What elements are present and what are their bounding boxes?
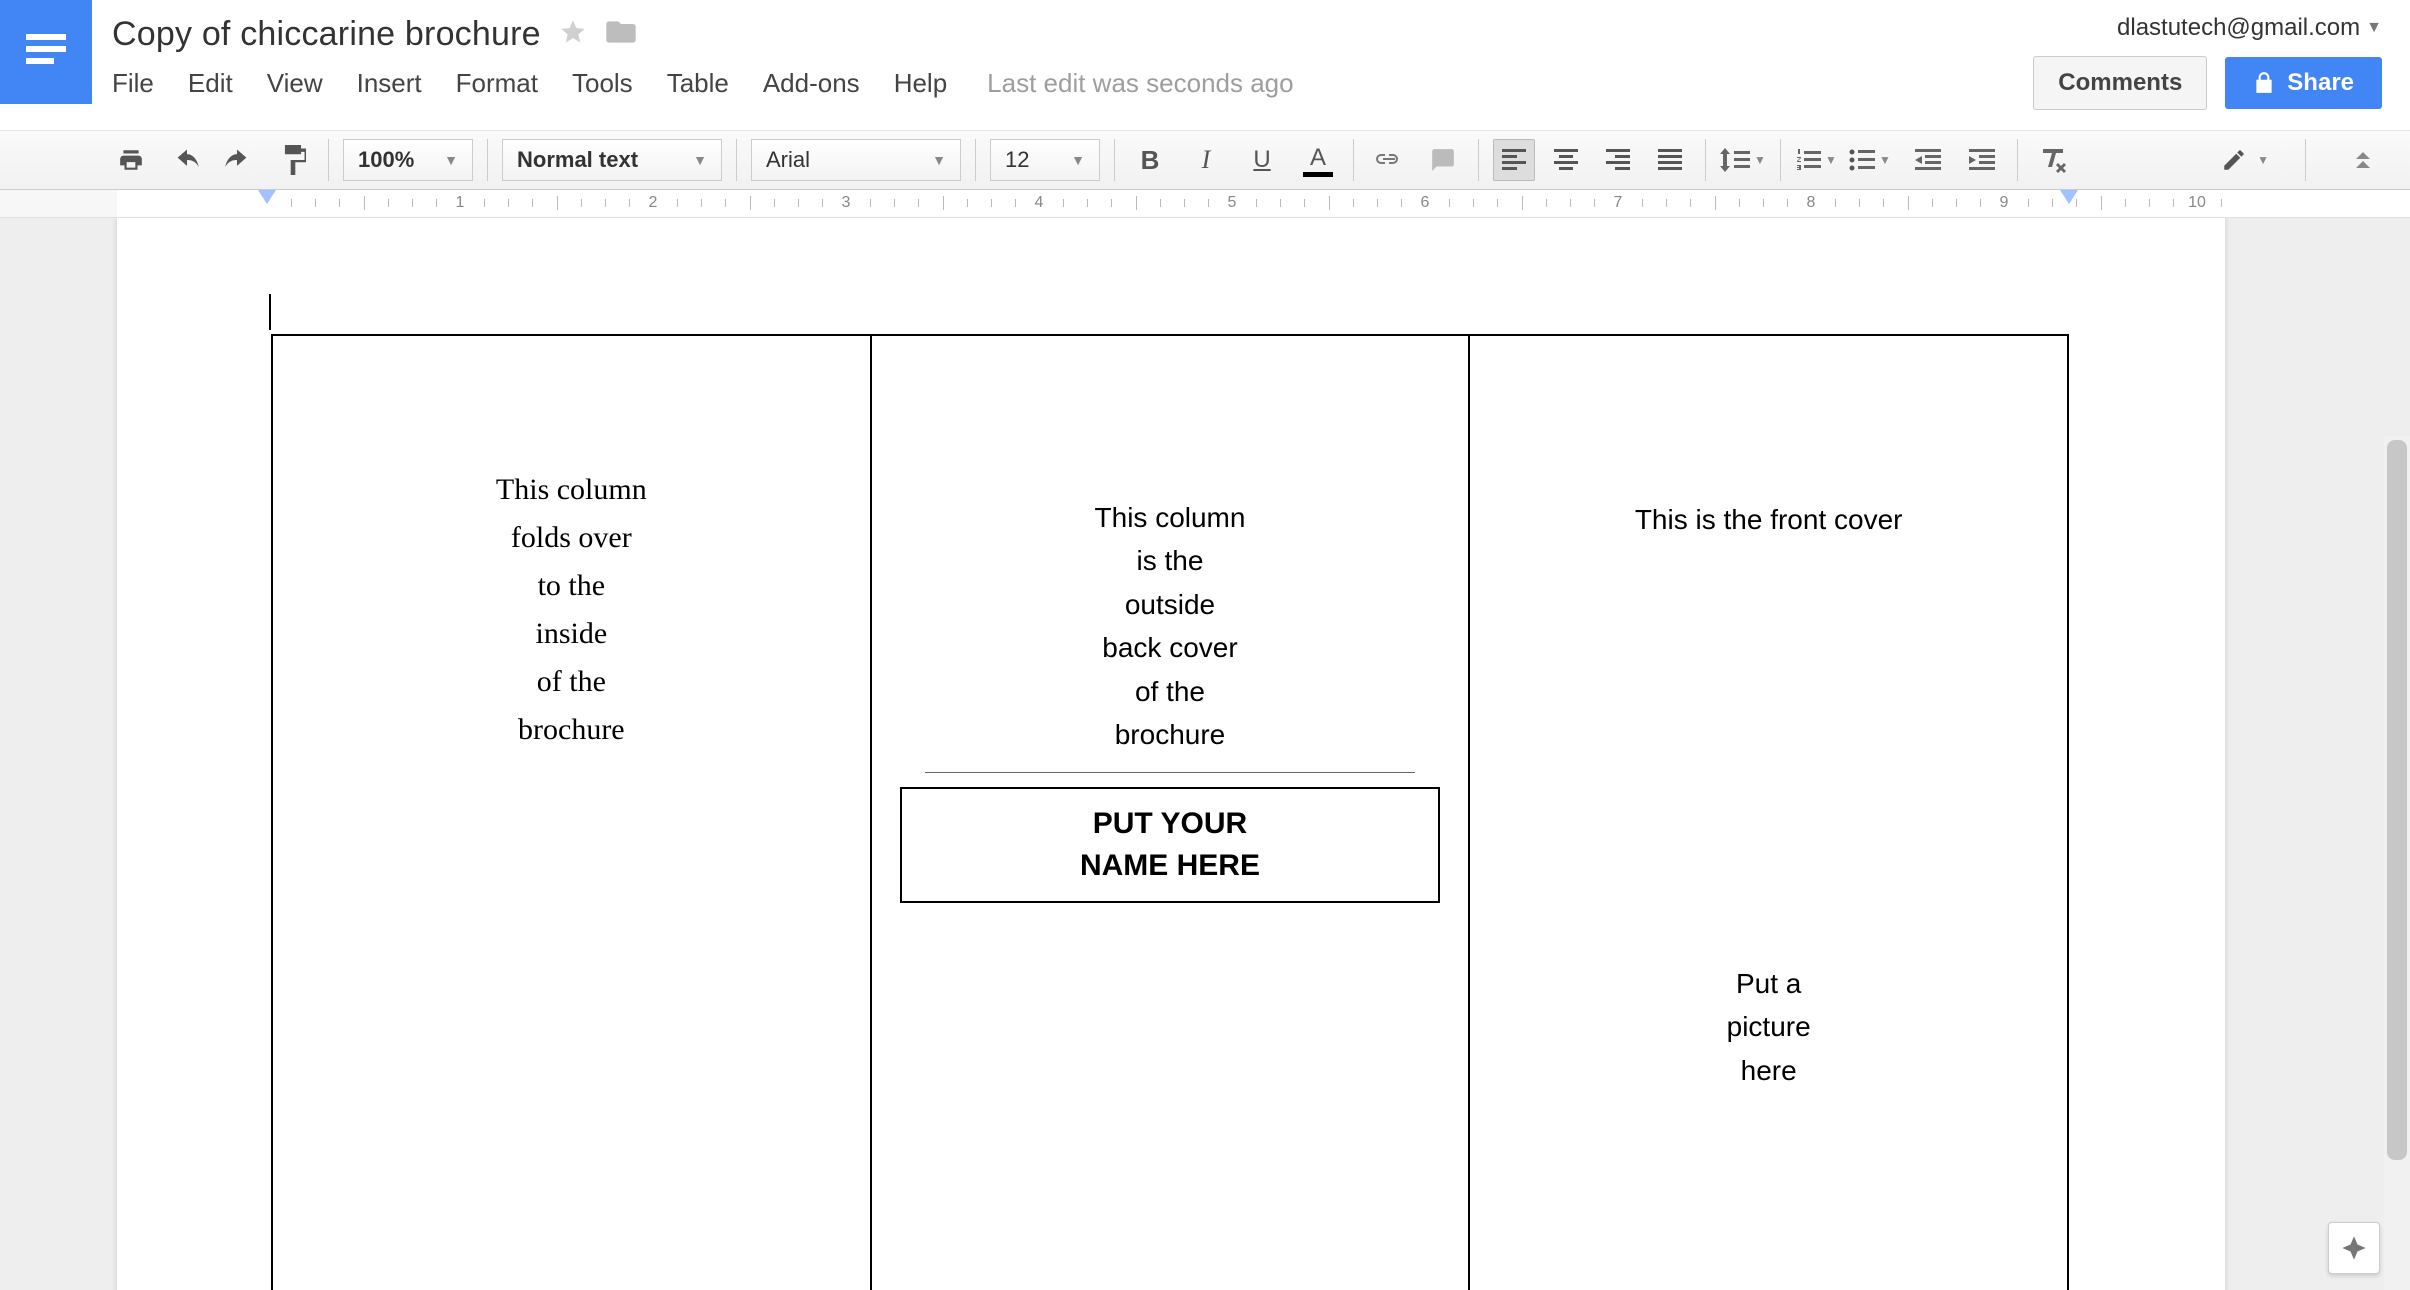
- title-row: Copy of chiccarine brochure: [112, 10, 2013, 58]
- align-justify-button[interactable]: [1649, 139, 1691, 181]
- menu-table[interactable]: Table: [667, 68, 729, 99]
- caret-down-icon: ▼: [1071, 152, 1085, 168]
- line-spacing-button[interactable]: ▼: [1720, 139, 1766, 181]
- name-line-2: NAME HERE: [902, 845, 1439, 887]
- brochure-col-1[interactable]: This columnfolds overto theinsideof theb…: [272, 335, 871, 1290]
- redo-button[interactable]: [216, 139, 258, 181]
- menu-view[interactable]: View: [267, 68, 323, 99]
- brochure-col-3[interactable]: This is the front cover Put apicturehere: [1469, 335, 2068, 1290]
- font-value: Arial: [766, 147, 810, 173]
- share-button[interactable]: Share: [2225, 57, 2382, 109]
- last-edit-label[interactable]: Last edit was seconds ago: [987, 68, 1293, 99]
- explore-icon: [2340, 1234, 2368, 1262]
- menu-help[interactable]: Help: [894, 68, 947, 99]
- page[interactable]: This columnfolds overto theinsideof theb…: [117, 218, 2225, 1290]
- menu-addons[interactable]: Add-ons: [763, 68, 860, 99]
- name-placeholder-box[interactable]: PUT YOUR NAME HERE: [900, 787, 1441, 903]
- menu-edit[interactable]: Edit: [188, 68, 233, 99]
- brochure-col-2[interactable]: This columnis theoutsideback coverof the…: [871, 335, 1470, 1290]
- col3-title[interactable]: This is the front cover: [1490, 356, 2047, 536]
- horizontal-ruler[interactable]: 12345678910: [0, 190, 2410, 218]
- caret-down-icon: ▼: [932, 152, 946, 168]
- name-line-1: PUT YOUR: [902, 803, 1439, 845]
- menu-format[interactable]: Format: [456, 68, 538, 99]
- insert-link-button[interactable]: [1368, 139, 1410, 181]
- menu-file[interactable]: File: [112, 68, 154, 99]
- account-menu[interactable]: dlastutech@gmail.com ▼: [2117, 14, 2382, 42]
- align-center-button[interactable]: [1545, 139, 1587, 181]
- explore-button[interactable]: [2328, 1222, 2380, 1274]
- align-left-button[interactable]: [1493, 139, 1535, 181]
- align-right-button[interactable]: [1597, 139, 1639, 181]
- clear-formatting-button[interactable]: [2032, 139, 2074, 181]
- col2-divider: [925, 772, 1415, 773]
- undo-button[interactable]: [166, 139, 208, 181]
- header-buttons: Comments Share: [2033, 56, 2382, 110]
- scrollbar-thumb[interactable]: [2387, 440, 2407, 1160]
- folder-icon[interactable]: [605, 18, 637, 51]
- col3-picture-placeholder[interactable]: Put apicturehere: [1490, 536, 2047, 1092]
- text-color-button[interactable]: A: [1297, 139, 1339, 181]
- caret-down-icon: ▼: [693, 152, 707, 168]
- size-value: 12: [1005, 147, 1029, 173]
- style-value: Normal text: [517, 147, 638, 173]
- header-right: dlastutech@gmail.com ▼ Comments Share: [2033, 0, 2410, 130]
- paint-format-button[interactable]: [272, 139, 314, 181]
- menu-bar: File Edit View Insert Format Tools Table…: [112, 58, 2013, 99]
- col2-text[interactable]: This columnis theoutsideback coverof the…: [892, 356, 1449, 756]
- brochure-table[interactable]: This columnfolds overto theinsideof theb…: [271, 334, 2069, 1290]
- italic-button[interactable]: I: [1185, 139, 1227, 181]
- document-title[interactable]: Copy of chiccarine brochure: [112, 15, 541, 54]
- menu-tools[interactable]: Tools: [572, 68, 633, 99]
- text-cursor: [269, 294, 271, 330]
- header: Copy of chiccarine brochure File Edit Vi…: [0, 0, 2410, 130]
- menu-insert[interactable]: Insert: [357, 68, 422, 99]
- document-canvas: This columnfolds overto theinsideof theb…: [0, 218, 2410, 1290]
- font-size-combo[interactable]: 12 ▼: [990, 139, 1100, 181]
- collapse-toolbar-button[interactable]: [2342, 139, 2384, 181]
- zoom-value: 100%: [358, 147, 414, 173]
- account-email: dlastutech@gmail.com: [2117, 14, 2360, 42]
- paragraph-style-combo[interactable]: Normal text ▼: [502, 139, 722, 181]
- lock-icon: [2253, 71, 2275, 95]
- caret-down-icon: ▼: [2366, 19, 2382, 37]
- header-main: Copy of chiccarine brochure File Edit Vi…: [92, 0, 2033, 130]
- zoom-combo[interactable]: 100% ▼: [343, 139, 473, 181]
- toolbar: 100%▼ Normal text▼ Arial▼ 12▼ B I U A ▼ …: [0, 130, 2410, 190]
- bulleted-list-button[interactable]: ▼: [1849, 139, 1891, 181]
- print-button[interactable]: [110, 139, 152, 181]
- star-icon[interactable]: [559, 18, 587, 51]
- decrease-indent-button[interactable]: [1907, 139, 1949, 181]
- underline-button[interactable]: U: [1241, 139, 1283, 181]
- increase-indent-button[interactable]: [1961, 139, 2003, 181]
- share-label: Share: [2287, 69, 2354, 97]
- editing-mode-button[interactable]: ▼: [2221, 139, 2269, 181]
- numbered-list-button[interactable]: ▼: [1795, 139, 1837, 181]
- docs-logo[interactable]: [0, 0, 92, 104]
- bold-button[interactable]: B: [1129, 139, 1171, 181]
- col1-text[interactable]: This columnfolds overto theinsideof theb…: [293, 356, 850, 754]
- comments-button[interactable]: Comments: [2033, 56, 2207, 110]
- insert-comment-button[interactable]: [1422, 139, 1464, 181]
- vertical-scrollbar[interactable]: [2384, 436, 2410, 1290]
- caret-down-icon: ▼: [444, 152, 458, 168]
- font-family-combo[interactable]: Arial ▼: [751, 139, 961, 181]
